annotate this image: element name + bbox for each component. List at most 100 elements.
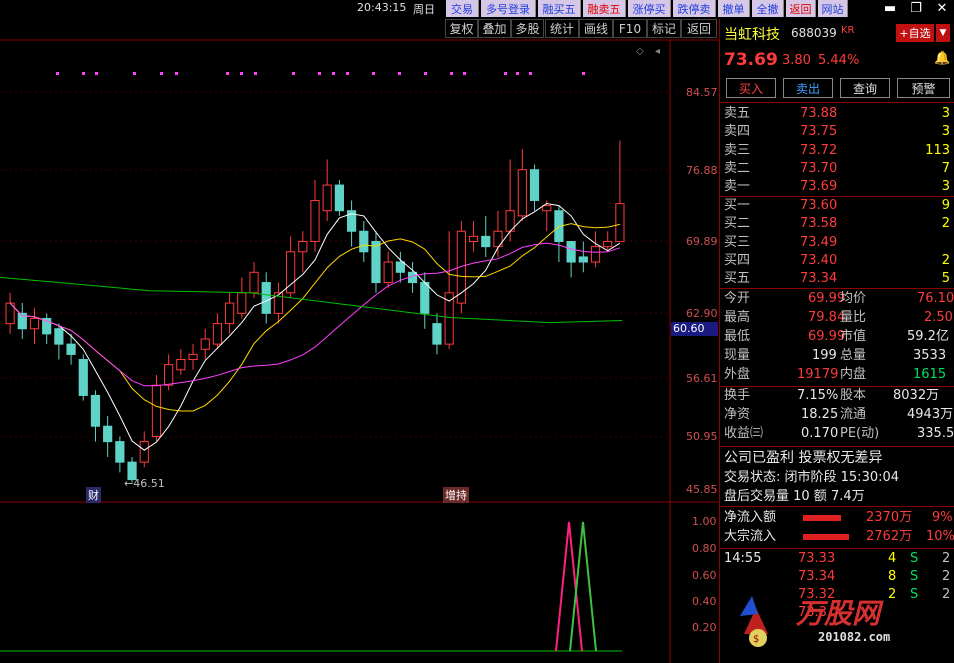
sell-price[interactable]: 73.72	[800, 142, 837, 160]
candle-body	[310, 199, 320, 243]
signal-dot	[226, 72, 229, 75]
minimize-icon[interactable]: ▬	[876, 0, 904, 17]
back-button[interactable]: 返回	[786, 0, 816, 17]
avg-value: 76.10	[917, 291, 954, 306]
close-icon[interactable]: ✕	[928, 0, 954, 17]
outer-value: 19179	[797, 367, 839, 382]
svg-text:$: $	[753, 634, 759, 645]
candle-body	[54, 328, 64, 345]
bell-icon[interactable]: 🔔	[934, 51, 950, 66]
mcap-value: 59.2亿	[907, 329, 949, 344]
candle-body	[29, 317, 40, 330]
low-price-label: ←46.51	[124, 477, 165, 490]
signal-dot	[95, 72, 98, 75]
current-price: 73.69	[724, 50, 778, 70]
high-label: 最高	[724, 310, 751, 325]
trade-button[interactable]: 交易	[446, 0, 479, 17]
net-inflow-pct: 9%	[932, 510, 953, 525]
mark-button[interactable]: 标记	[647, 19, 681, 38]
holding-increase-tag[interactable]: 增持	[443, 487, 469, 503]
kline-chart[interactable]: ◇ ◂	[0, 38, 720, 663]
signal-dot	[82, 72, 85, 75]
signal-dot	[240, 72, 243, 75]
price-tick: 62.90	[686, 307, 718, 320]
margin-buy-button[interactable]: 融买五	[538, 0, 581, 17]
candle-body	[578, 256, 588, 263]
buy-price[interactable]: 73.49	[800, 234, 837, 252]
limit-down-sell-button[interactable]: 跌停卖	[673, 0, 716, 17]
cur-vol-value: 199	[812, 348, 837, 363]
statistics-button[interactable]: 统计	[545, 19, 579, 38]
candle-body	[298, 241, 308, 253]
signal-dot	[318, 72, 321, 75]
clock: 20:43:15	[357, 1, 407, 14]
candle-body	[432, 323, 442, 345]
net-inflow-label: 净流入额	[724, 510, 777, 525]
add-favorite-button[interactable]: +自选	[896, 24, 934, 42]
chevron-down-icon[interactable]: ▼	[936, 24, 950, 42]
sell-button[interactable]: 卖出	[783, 78, 833, 98]
alert-button[interactable]: 预警	[897, 78, 950, 98]
f10-button[interactable]: F10	[613, 19, 647, 38]
float-label: 流通	[840, 407, 867, 422]
turnover-value: 7.15%	[797, 388, 839, 403]
mcap-label: 市值	[840, 329, 867, 344]
sub-signal-green	[569, 521, 597, 652]
sell-price[interactable]: 73.88	[800, 105, 837, 123]
candle-body	[66, 343, 76, 355]
buy-price[interactable]: 73.60	[800, 197, 837, 215]
buy-label: 买三	[724, 234, 751, 250]
candle-body	[542, 205, 552, 212]
shares-label: 股本	[840, 388, 867, 403]
sell-label: 卖五	[724, 106, 751, 121]
sell-volume: 3	[941, 106, 950, 121]
signal-dot	[133, 72, 136, 75]
return-button[interactable]: 返回	[681, 19, 717, 38]
inner-value: 1615	[913, 367, 947, 382]
buy-label: 买一	[724, 198, 751, 213]
buy-price[interactable]: 73.40	[800, 252, 837, 270]
multi-login-button[interactable]: 多号登录	[481, 0, 536, 17]
candle-body	[237, 292, 247, 314]
candle-body	[115, 441, 125, 463]
multi-stock-button[interactable]: 多股	[511, 19, 544, 38]
website-button[interactable]: 网站	[818, 0, 848, 17]
sell-price[interactable]: 73.70	[800, 160, 837, 178]
finance-tag[interactable]: 财	[86, 487, 101, 503]
sell-price[interactable]: 73.69	[800, 178, 837, 196]
stock-code: 688039	[791, 26, 837, 40]
float-value: 4943万	[907, 407, 954, 422]
buy-price[interactable]: 73.34	[800, 270, 837, 288]
limit-up-buy-button[interactable]: 涨停买	[628, 0, 671, 17]
buy-price[interactable]: 73.58	[800, 215, 837, 233]
sub-signal-pink	[555, 521, 583, 652]
tick-side: S	[910, 569, 919, 584]
candle-body	[603, 241, 613, 248]
candle-body	[481, 235, 491, 248]
pe-value: 335.5	[917, 426, 954, 441]
candle-body	[395, 261, 405, 273]
sell-price[interactable]: 73.75	[800, 123, 837, 141]
signal-dot	[463, 72, 466, 75]
margin-sell-button[interactable]: 融卖五	[583, 0, 626, 17]
weekday: 周日	[413, 3, 435, 16]
ma20-line	[9, 242, 621, 387]
buy-button[interactable]: 买入	[726, 78, 776, 98]
restore-icon[interactable]: ❐	[902, 0, 930, 17]
sell-label: 卖二	[724, 160, 751, 176]
draw-line-button[interactable]: 画线	[579, 19, 613, 38]
sell-volume: 3	[941, 179, 950, 195]
price-tick: 56.61	[686, 372, 718, 385]
query-button[interactable]: 查询	[840, 78, 890, 98]
block-inflow-label: 大宗流入	[724, 529, 777, 544]
overlay-button[interactable]: 叠加	[478, 19, 511, 38]
cancel-all-button[interactable]: 全撤	[752, 0, 784, 17]
candle-body	[359, 230, 369, 253]
candle-body	[139, 441, 149, 463]
outer-label: 外盘	[724, 367, 751, 382]
cancel-order-button[interactable]: 撤单	[718, 0, 750, 17]
sell-label: 卖一	[724, 179, 751, 195]
adjust-rights-button[interactable]: 复权	[445, 19, 478, 38]
signal-dot	[254, 72, 257, 75]
watermark-url: 201082.com	[818, 630, 891, 644]
